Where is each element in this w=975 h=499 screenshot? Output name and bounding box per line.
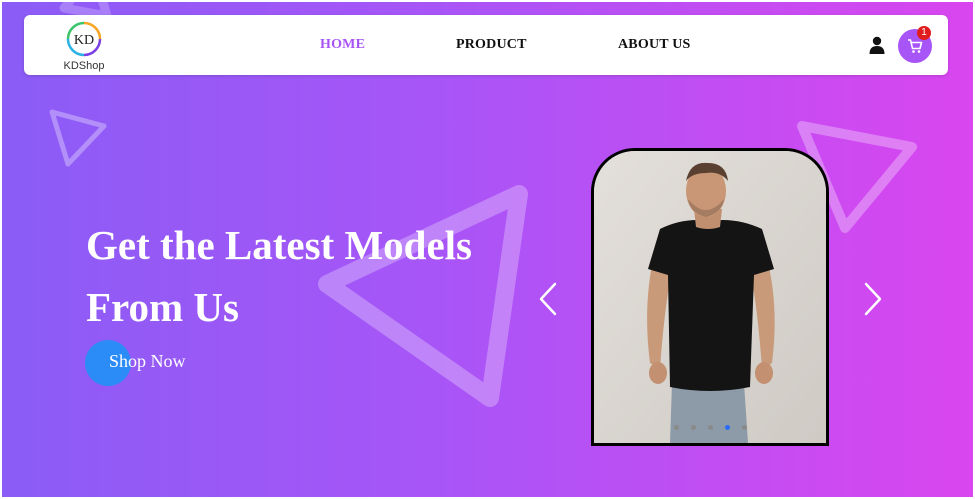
hero-headline: Get the Latest Models From Us [86, 214, 526, 338]
top-navbar: KD KDShop HOME PRODUCT ABOUT US 1 [24, 15, 948, 75]
triangle-deco-top-left [59, 2, 112, 21]
carousel-dot[interactable] [707, 425, 713, 430]
cart-count-badge: 1 [917, 26, 931, 40]
nav-about-us[interactable]: ABOUT US [618, 37, 691, 53]
headline-line-2: From Us [86, 284, 239, 330]
slide-photo [594, 151, 826, 443]
shop-now-label: Shop Now [109, 351, 186, 371]
chevron-left-icon[interactable] [538, 282, 558, 316]
user-icon[interactable] [869, 36, 885, 54]
nav-home[interactable]: HOME [320, 37, 365, 53]
triangle-deco-small [49, 109, 107, 167]
shop-now-button[interactable]: Shop Now [85, 340, 225, 386]
headline-line-1: Get the Latest Models [86, 222, 472, 268]
carousel-slide [591, 148, 829, 446]
logo-monogram: KD [74, 33, 94, 48]
nav-product[interactable]: PRODUCT [456, 37, 527, 53]
cart-button[interactable]: 1 [898, 26, 932, 63]
brand-name: KDShop [63, 60, 105, 72]
carousel-dot[interactable] [741, 425, 747, 430]
carousel-dot-active[interactable] [724, 425, 730, 430]
chevron-right-icon[interactable] [863, 282, 883, 316]
brand-logo[interactable]: KD KDShop [54, 21, 114, 73]
carousel-dots [594, 417, 826, 435]
logo-mark-icon: KD [66, 21, 102, 57]
carousel-dot[interactable] [690, 425, 696, 430]
hero-banner: Get the Latest Models From Us Shop Now [2, 2, 973, 497]
cart-icon [908, 39, 923, 53]
carousel-dot[interactable] [673, 425, 679, 430]
